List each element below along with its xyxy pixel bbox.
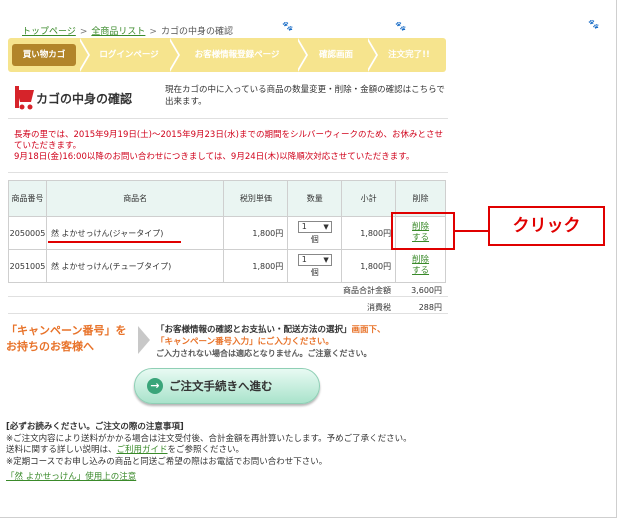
notes-heading: [必ずお読みください。ご注文の際の注意事項] [6, 422, 184, 432]
table-row: 2050005 然 よかせっけん(ジャータイプ) 1,800円 1 ▼ 個 1,8… [8, 216, 446, 250]
paw-icon: 🐾 [395, 22, 407, 32]
quantity-unit: 個 [310, 235, 319, 244]
divider [8, 172, 448, 173]
table-header-row: 商品番号 商品名 税別単価 数量 小計 削除 [8, 180, 446, 217]
breadcrumb-products-link[interactable]: 全商品リスト [91, 27, 145, 37]
chevron-down-icon: ▼ [323, 256, 329, 264]
row-product-name: 然 よかせっけん(チューブタイプ) [45, 249, 225, 283]
notes-line: ※ご注文内容により送料がかかる場合は注文受付後、合計金額を再計算いたします。予め… [6, 433, 412, 444]
table-row: 2051005 然 よかせっけん(チューブタイプ) 1,800円 1 ▼ 個 1,… [8, 249, 446, 283]
divider [8, 313, 448, 314]
arrow-right-icon [138, 326, 150, 354]
sum-value: 3,600円 [411, 286, 442, 295]
step-customer-info: お客様情報登録ページ [194, 50, 280, 60]
row-subtotal: 1,800円 [341, 216, 397, 250]
paw-icon: 🐾 [588, 20, 600, 30]
breadcrumb: トップページ > 全商品リスト > カゴの中身の確認 [22, 27, 233, 37]
proceed-checkout-button[interactable]: → ご注文手続きへ進む [134, 368, 320, 404]
usage-guide-link[interactable]: ご利用ガイド [117, 445, 168, 455]
cart-icon [15, 86, 34, 110]
row-qty-cell: 1 ▼ 個 [287, 216, 343, 250]
annotation-highlight-box [391, 212, 455, 250]
quantity-select[interactable]: 1 ▼ [297, 221, 332, 233]
row-code: 2050005 [8, 216, 47, 250]
annotation-callout: クリック [488, 206, 605, 246]
holiday-notice-line: 9月18日(金)16:00以降のお問い合わせにつきましては、9月24日(木)以降… [14, 152, 415, 162]
notes-line: ※定期コースでお申し込みの商品と同送ご希望の際はお電話でお問い合わせ下さい。 [6, 456, 328, 467]
notes-line: 送料に関する詳しい説明は、ご利用ガイドをご参照ください。 [6, 445, 245, 455]
row-qty-cell: 1 ▼ 個 [287, 249, 343, 283]
campaign-heading: 「キャンペーン番号」を お持ちのお客様へ [6, 324, 127, 353]
holiday-notice-line: 長寿の里では、2015年9月19日(土)〜2015年9月23日(水)までの期間を… [14, 130, 443, 151]
row-price: 1,800円 [223, 216, 289, 250]
row-subtotal: 1,800円 [341, 249, 397, 283]
breadcrumb-home-link[interactable]: トップページ [22, 27, 76, 37]
row-price: 1,800円 [223, 249, 289, 283]
tax-value: 288円 [418, 303, 442, 312]
header-name: 商品名 [45, 180, 225, 217]
annotation-connector [455, 230, 489, 232]
section-heading: カゴの中身の確認 [14, 82, 154, 116]
paw-icon: 🐾 [282, 22, 294, 32]
order-notes: [必ずお読みください。ご注文の際の注意事項] ※ご注文内容により送料がかかる場合… [6, 422, 446, 484]
holiday-notice: 長寿の里では、2015年9月19日(土)〜2015年9月23日(水)までの期間を… [14, 130, 444, 163]
page-title: カゴの中身の確認 [36, 92, 133, 106]
header-qty: 数量 [287, 180, 343, 217]
cart-table: 商品番号 商品名 税別単価 数量 小計 削除 2050005 然 よかせっけん(… [8, 180, 446, 283]
row-code: 2051005 [8, 249, 47, 283]
row-product-name: 然 よかせっけん(ジャータイプ) [45, 216, 225, 250]
sum-label: 商品合計金額 [343, 286, 391, 295]
step-confirm: 確認画面 [318, 50, 353, 60]
step-login: ログインページ [99, 50, 159, 60]
tax-label: 消費税 [367, 303, 391, 312]
step-cart: 買い物カゴ [12, 44, 76, 66]
delete-link[interactable]: 削除 する [412, 255, 429, 276]
quantity-unit: 個 [310, 268, 319, 277]
chevron-down-icon: ▼ [323, 223, 329, 231]
usage-caution-link[interactable]: 「然 よかせっけん」使用上の注意 [6, 472, 136, 482]
section-description: 現在カゴの中に入っている商品の数量変更・削除・金額の確認はこちらで出来ます。 [165, 85, 445, 107]
step-complete: 注文完了!! [388, 50, 430, 60]
header-code: 商品番号 [8, 180, 47, 217]
checkout-steps: 買い物カゴ ログインページ お客様情報登録ページ 確認画面 注文完了!! [8, 38, 446, 72]
campaign-instructions: 「お客様情報の確認とお支払い・配送方法の選択」画面下、 「キャンペーン番号入力」… [156, 325, 386, 358]
row-delete-cell: 削除 する [395, 249, 446, 283]
breadcrumb-current: カゴの中身の確認 [160, 27, 233, 37]
divider [8, 118, 448, 119]
divider [8, 296, 448, 297]
arrow-right-icon: → [147, 378, 163, 394]
annotation-underline [48, 241, 181, 243]
header-price: 税別単価 [223, 180, 289, 217]
quantity-select[interactable]: 1 ▼ [297, 254, 332, 266]
header-subtotal: 小計 [341, 180, 397, 217]
